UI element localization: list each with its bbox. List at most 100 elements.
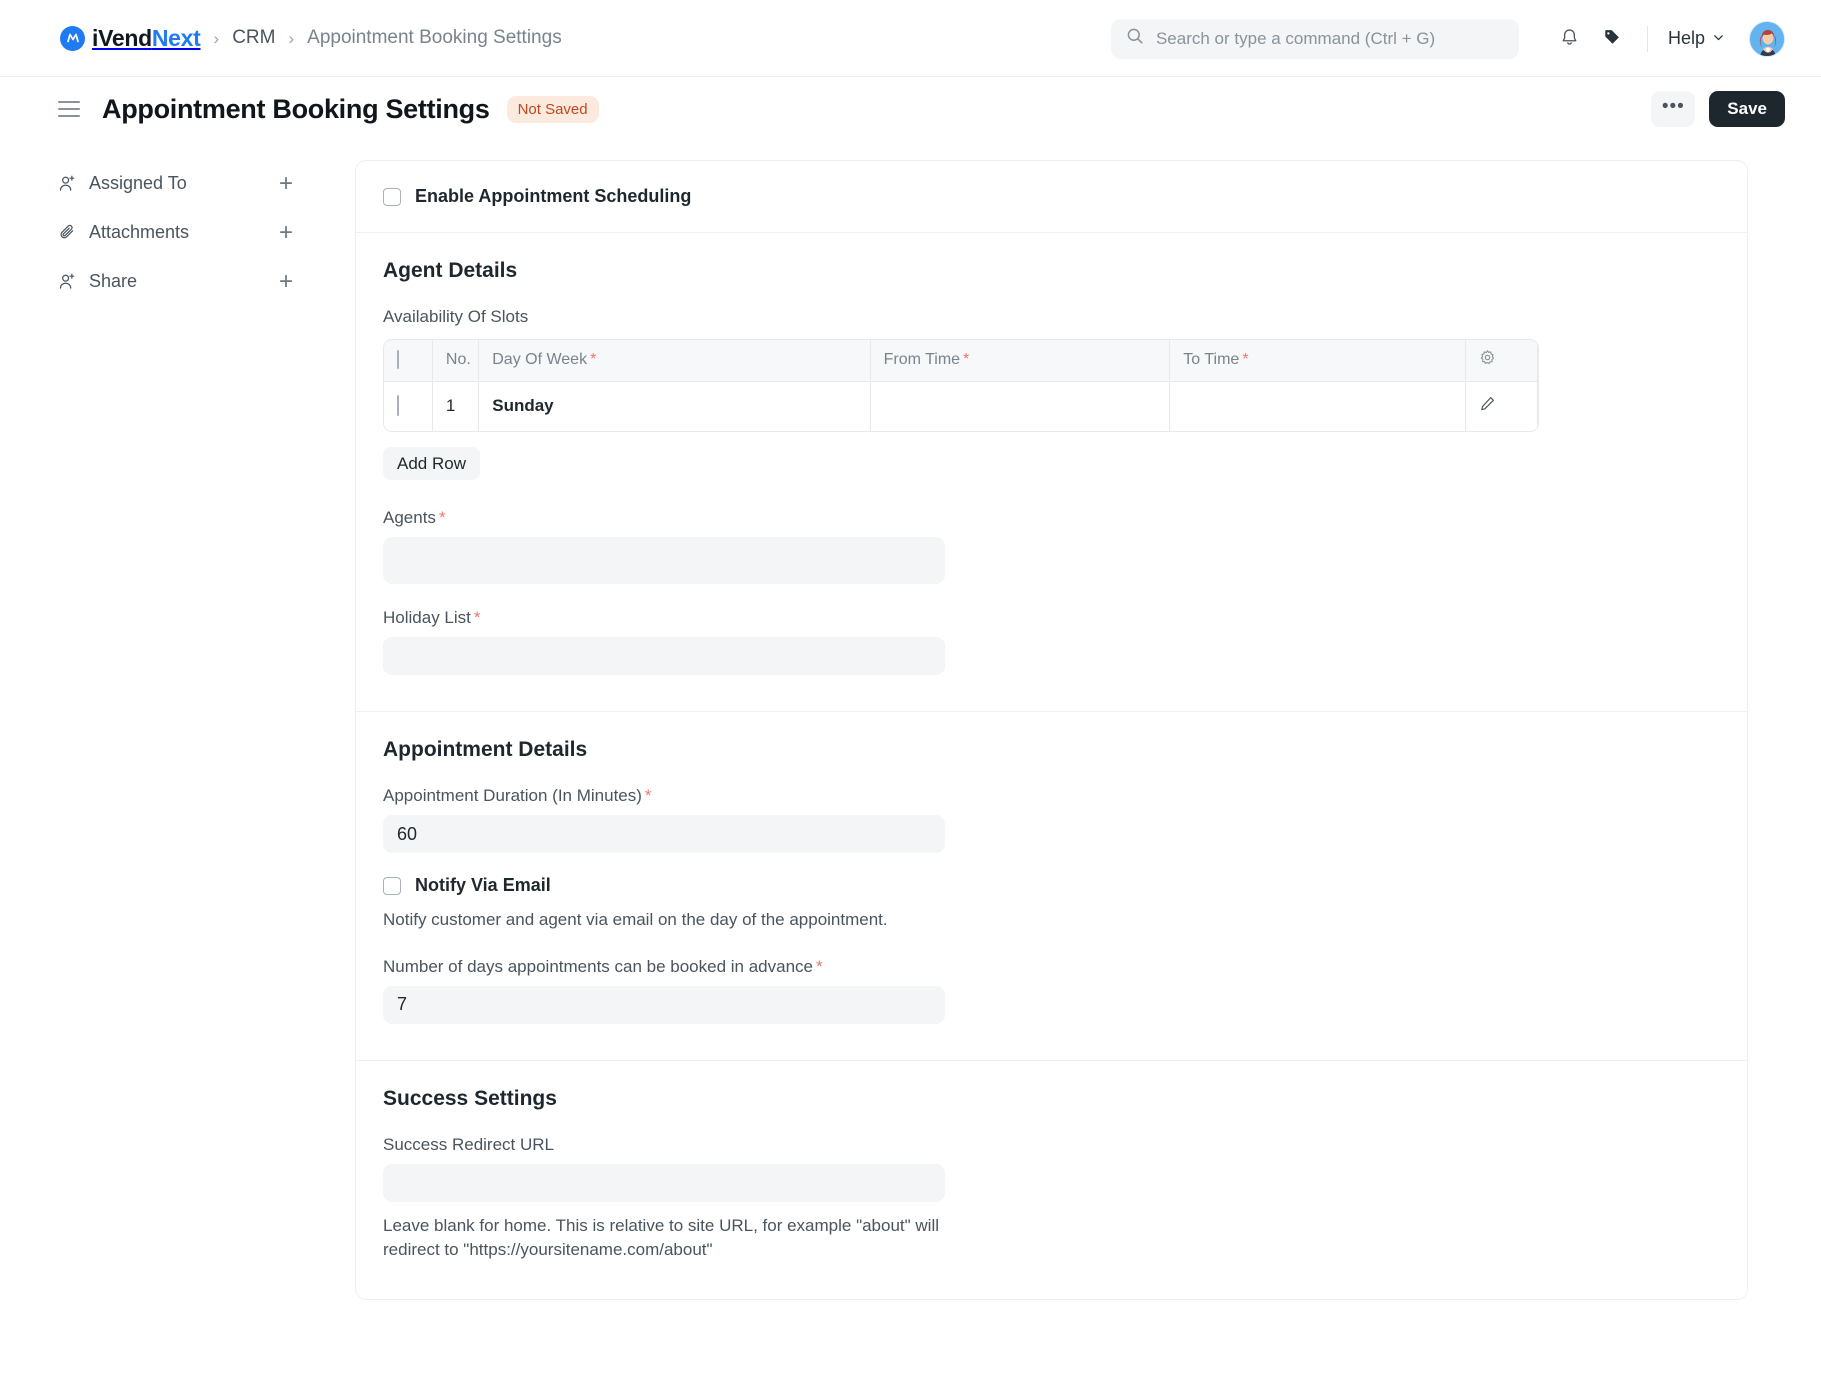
- sidebar-item-share[interactable]: Share +: [58, 257, 293, 306]
- row-select-cell[interactable]: [384, 380, 433, 431]
- required-indicator: *: [1242, 351, 1249, 369]
- enable-scheduling-label[interactable]: Enable Appointment Scheduling: [415, 186, 691, 207]
- column-header-from-time: From Time *: [870, 340, 1171, 381]
- agents-label-text: Agents: [383, 508, 436, 527]
- search-box[interactable]: [1110, 18, 1519, 59]
- help-label: Help: [1667, 28, 1705, 48]
- breadcrumb-item-crm[interactable]: CRM: [232, 27, 275, 49]
- tag-icon: [1602, 27, 1622, 50]
- sidebar: Assigned To + Attachments + Share +: [0, 141, 355, 1300]
- notify-via-email-description: Notify customer and agent via email on t…: [383, 910, 888, 929]
- column-header-to-time: To Time *: [1169, 340, 1466, 381]
- page-header-actions: ••• Save: [1651, 91, 1785, 127]
- holiday-list-input[interactable]: [383, 637, 945, 675]
- sidebar-item-attachments[interactable]: Attachments +: [58, 208, 293, 257]
- brand-logo[interactable]: iVendNext: [60, 25, 201, 52]
- availability-of-slots-label: Availability Of Slots: [383, 307, 529, 326]
- success-redirect-url-label: Success Redirect URL: [383, 1134, 555, 1154]
- agents-label: Agents *: [383, 508, 1720, 528]
- required-indicator: *: [644, 786, 652, 805]
- notify-via-email-label[interactable]: Notify Via Email: [415, 875, 551, 896]
- table-row[interactable]: 1 Sunday: [384, 380, 1538, 431]
- save-button[interactable]: Save: [1709, 91, 1785, 127]
- enable-scheduling-checkbox[interactable]: [383, 187, 401, 206]
- gear-icon[interactable]: [1479, 350, 1496, 370]
- agent-details-section: Agent Details Availability Of Slots No. …: [356, 233, 1747, 711]
- row-to-time-cell[interactable]: [1169, 380, 1466, 431]
- more-actions-button[interactable]: •••: [1651, 91, 1696, 127]
- sidebar-item-label: Assigned To: [89, 173, 187, 193]
- brand-text-secondary: Next: [151, 24, 201, 51]
- appointment-duration-label: Appointment Duration (In Minutes) *: [383, 786, 1720, 806]
- agents-input[interactable]: [383, 537, 945, 584]
- appointment-duration-label-text: Appointment Duration (In Minutes): [383, 786, 642, 805]
- appointment-details-section: Appointment Details Appointment Duration…: [356, 712, 1747, 1060]
- success-redirect-url-help: Leave blank for home. This is relative t…: [383, 1215, 940, 1260]
- column-header-day-of-week-label: Day Of Week: [492, 351, 588, 369]
- table-header-row: No. Day Of Week * From Time * To Time *: [384, 340, 1538, 381]
- user-add-icon: [58, 174, 82, 193]
- select-all-checkbox[interactable]: [397, 350, 399, 370]
- success-settings-title: Success Settings: [383, 1086, 557, 1110]
- holiday-list-label: Holiday List *: [383, 608, 1720, 628]
- grid-settings-header[interactable]: [1465, 340, 1538, 381]
- enable-scheduling-row[interactable]: Enable Appointment Scheduling: [383, 161, 1720, 232]
- row-day-of-week-cell[interactable]: Sunday: [478, 380, 871, 431]
- holiday-list-label-text: Holiday List: [383, 608, 471, 627]
- required-indicator: *: [438, 508, 446, 527]
- add-assigned-to-button[interactable]: +: [279, 171, 293, 196]
- brand-text: iVendNext: [92, 25, 201, 52]
- required-indicator: *: [473, 608, 481, 627]
- hamburger-menu-icon[interactable]: [58, 101, 80, 117]
- breadcrumb-separator-1: ›: [213, 28, 220, 48]
- search-icon: [1126, 27, 1144, 50]
- column-header-no: No.: [432, 340, 480, 381]
- column-header-day-of-week: Day Of Week *: [478, 340, 871, 381]
- sidebar-item-assigned-to[interactable]: Assigned To +: [58, 159, 293, 208]
- tags-button[interactable]: [1591, 18, 1633, 60]
- breadcrumb-item-current: Appointment Booking Settings: [307, 27, 562, 48]
- required-indicator: *: [963, 351, 970, 369]
- success-redirect-url-input[interactable]: [383, 1163, 945, 1202]
- pencil-edit-icon[interactable]: [1479, 397, 1496, 416]
- appointment-details-title: Appointment Details: [383, 738, 588, 761]
- availability-slots-grid: No. Day Of Week* From Time* To Time*: [383, 339, 1539, 432]
- bell-icon: [1559, 27, 1580, 51]
- notify-via-email-checkbox[interactable]: [383, 876, 401, 895]
- add-attachment-button[interactable]: +: [279, 220, 293, 245]
- ivendnext-logo-icon: [60, 25, 85, 51]
- success-settings-section: Success Settings Success Redirect URL Le…: [356, 1061, 1747, 1299]
- agent-details-title: Agent Details: [383, 259, 518, 282]
- required-indicator: *: [816, 956, 823, 976]
- advance-days-label: Number of days appointments can be booke…: [383, 957, 1720, 977]
- column-header-from-time-label: From Time: [883, 351, 961, 369]
- row-select-checkbox[interactable]: [397, 395, 399, 417]
- paperclip-icon: [58, 223, 82, 242]
- enable-scheduling-section: Enable Appointment Scheduling: [356, 161, 1747, 232]
- add-share-button[interactable]: +: [279, 269, 293, 294]
- status-badge: Not Saved: [506, 95, 599, 123]
- row-from-time-cell[interactable]: [870, 380, 1171, 431]
- help-menu-button[interactable]: Help: [1662, 22, 1731, 55]
- page-title: Appointment Booking Settings: [102, 93, 490, 124]
- advance-days-label-text: Number of days appointments can be booke…: [383, 956, 813, 976]
- notifications-button[interactable]: [1549, 18, 1591, 60]
- row-edit-cell[interactable]: [1465, 380, 1538, 431]
- advance-days-input[interactable]: 7: [383, 985, 945, 1024]
- avatar[interactable]: [1749, 20, 1785, 57]
- appointment-duration-input[interactable]: 60: [383, 815, 945, 853]
- add-row-button[interactable]: Add Row: [383, 447, 480, 480]
- column-header-to-time-label: To Time: [1183, 351, 1240, 369]
- select-all-header[interactable]: [384, 340, 433, 381]
- sidebar-item-label: Attachments: [89, 222, 190, 242]
- top-navbar: iVendNext › CRM › Appointment Booking Se…: [0, 0, 1821, 77]
- chevron-down-icon: [1712, 28, 1725, 49]
- notify-via-email-row[interactable]: Notify Via Email: [383, 853, 1720, 896]
- row-number-cell: 1: [432, 380, 480, 431]
- search-input[interactable]: [1155, 28, 1504, 49]
- breadcrumb-separator-2: ›: [288, 28, 295, 48]
- settings-form-card: Enable Appointment Scheduling Agent Deta…: [355, 160, 1748, 1300]
- navbar-divider: [1646, 25, 1648, 52]
- brand-text-primary: iVend: [92, 24, 152, 51]
- page-body: Assigned To + Attachments + Share + Enab…: [0, 141, 1821, 1300]
